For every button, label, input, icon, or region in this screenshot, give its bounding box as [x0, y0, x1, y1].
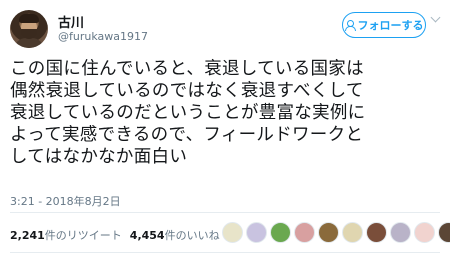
user-display-name[interactable]: 古川 — [58, 12, 84, 31]
divider — [10, 252, 440, 253]
liker-avatar[interactable] — [414, 222, 435, 243]
tweet-text: この国に住んでいると、衰退している国家は 偶然衰退しているのではなく衰退すべくし… — [10, 59, 366, 167]
follow-person-icon — [344, 20, 356, 31]
follow-button[interactable]: フォローする — [342, 12, 426, 38]
like-label: 件のいいね — [164, 229, 220, 242]
liker-avatar[interactable] — [222, 222, 243, 243]
tweet-header: 古川 @furukawa1917 フォローする — [10, 8, 440, 50]
liker-avatar[interactable] — [294, 222, 315, 243]
liker-avatar[interactable] — [246, 222, 267, 243]
retweet-label: 件のリツイート — [44, 229, 122, 242]
liker-avatar[interactable] — [390, 222, 411, 243]
liker-avatar[interactable] — [342, 222, 363, 243]
divider — [10, 212, 440, 213]
liker-avatar[interactable] — [438, 222, 450, 243]
user-handle[interactable]: @furukawa1917 — [58, 30, 148, 43]
liker-avatars — [222, 222, 450, 243]
like-stat[interactable]: 4,454件のいいね — [130, 227, 220, 243]
retweet-stat[interactable]: 2,241件のリツイート — [10, 227, 122, 243]
tweet-stats: 2,241件のリツイート 4,454件のいいね — [10, 227, 220, 243]
follow-button-label: フォローする — [357, 19, 424, 32]
liker-avatar[interactable] — [270, 222, 291, 243]
liker-avatar[interactable] — [366, 222, 387, 243]
retweet-count: 2,241 — [10, 229, 45, 242]
tweet-timestamp[interactable]: 3:21 - 2018年8月2日 — [10, 193, 121, 209]
chevron-down-icon[interactable] — [430, 14, 440, 24]
user-avatar[interactable] — [10, 10, 48, 48]
liker-avatar[interactable] — [318, 222, 339, 243]
like-count: 4,454 — [129, 229, 165, 242]
